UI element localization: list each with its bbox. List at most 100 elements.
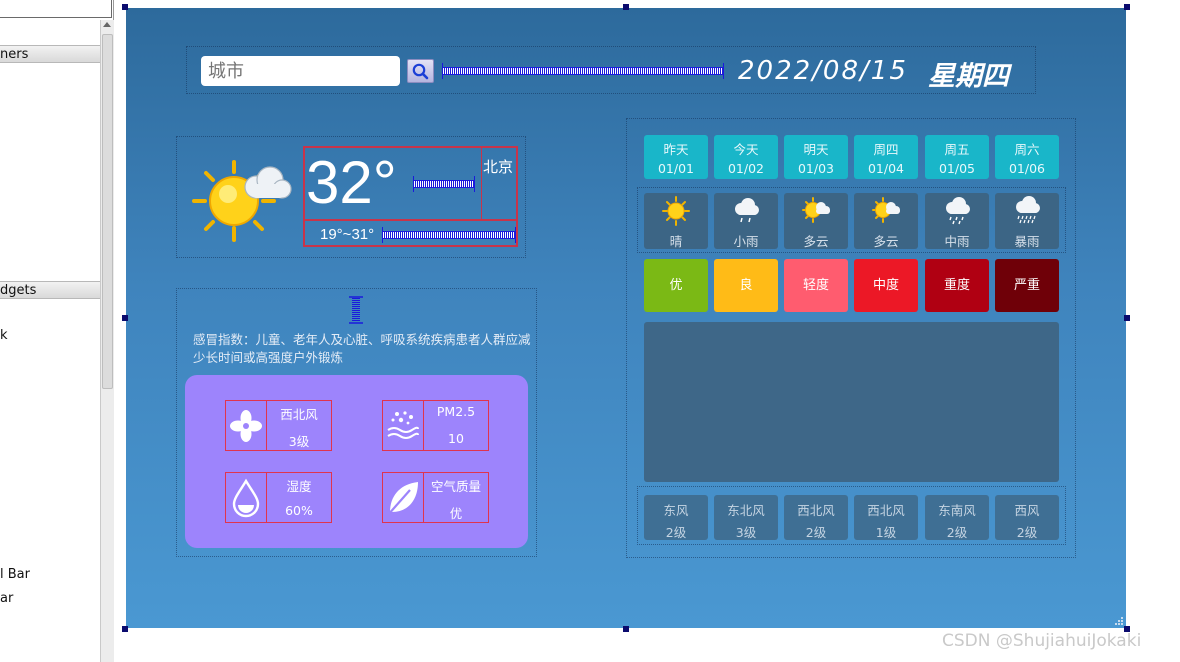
drop-icon: [226, 473, 267, 522]
leaf-icon: [386, 481, 418, 517]
forecast-weather-label: 多云: [803, 234, 829, 249]
widget-category-containers[interactable]: ners: [0, 45, 100, 63]
cold-index-text: 感冒指数：儿童、老年人及心脏、呼吸系统疾病患者人群应减少长时间或高强度户外锻炼: [193, 332, 531, 365]
widget-category-widgets[interactable]: dgets: [0, 281, 100, 299]
forecast-day-name: 周五: [944, 142, 970, 157]
date-label: 2022/08/15: [738, 56, 908, 86]
widget-box-scrollbar[interactable]: [100, 20, 114, 662]
forecast-weather: 小雨: [714, 193, 778, 249]
forecast-weather-label: 晴: [669, 234, 683, 249]
forecast-day-date: 01/02: [727, 161, 765, 176]
forecast-day-date: 01/04: [867, 161, 905, 176]
forecast-day-name: 昨天: [663, 142, 689, 157]
widget-list-item[interactable]: k: [0, 327, 100, 345]
humidity-info: 湿度 60%: [225, 472, 332, 523]
forecast-weather: 多云: [854, 193, 918, 249]
pm25-icon: [383, 401, 424, 450]
partly-cloudy-icon: [802, 197, 830, 223]
forecast-day-name: 今天: [733, 142, 759, 157]
widget-list-item[interactable]: l Bar: [0, 566, 100, 584]
fan-icon: [226, 401, 267, 450]
humidity-label: 湿度: [286, 479, 312, 494]
city-label: 北京: [483, 158, 514, 176]
forecast-weather-label: 多云: [873, 234, 899, 249]
wind-level: 3级: [735, 525, 757, 540]
forecast-day: 周四 01/04: [854, 135, 918, 179]
weekday-label: 星期四: [928, 61, 1009, 92]
fan-icon: [230, 409, 262, 442]
selection-handle[interactable]: [623, 4, 629, 10]
wind-direction: 西风: [1014, 503, 1040, 518]
wind-direction: 东风: [663, 503, 689, 518]
forecast-weather: 多云: [784, 193, 848, 249]
search-icon: [412, 63, 429, 80]
wind-direction: 东南风: [938, 503, 976, 518]
forecast-day-name: 明天: [803, 142, 829, 157]
forecast-day: 周六 01/06: [995, 135, 1059, 179]
pm25-value: 10: [448, 431, 464, 446]
watermark-text: CSDN @ShujiahuiJokaki: [942, 631, 1142, 651]
aqi-badge: 优: [644, 259, 708, 312]
designer-window: ners dgets k l Bar ar 2022/08/15 星期四: [0, 0, 1180, 662]
wind-level-value: 3级: [288, 434, 310, 449]
wind-level: 2级: [665, 525, 687, 540]
wind-level: 2级: [946, 525, 968, 540]
forecast-day: 明天 01/03: [784, 135, 848, 179]
resize-grip-icon[interactable]: [1114, 616, 1124, 626]
forecast-wind: 东南风 2级: [925, 495, 989, 540]
forecast-wind: 东风 2级: [644, 495, 708, 540]
pm25-icon: [387, 410, 419, 439]
forecast-day-name: 周六: [1014, 142, 1040, 157]
forecast-day-date: 01/06: [1008, 161, 1046, 176]
drop-icon: [232, 478, 260, 517]
sun-cloud-icon: [192, 160, 292, 242]
air-quality-label: 空气质量: [430, 479, 481, 494]
forecast-weather: 中雨: [925, 193, 989, 249]
horizontal-spacer: [382, 227, 516, 243]
text-cursor-icon: [349, 296, 363, 324]
aqi-badge: 重度: [925, 259, 989, 312]
forecast-weather-label: 小雨: [733, 234, 759, 249]
forecast-day: 今天 01/02: [714, 135, 778, 179]
search-button[interactable]: [407, 59, 434, 83]
forecast-wind: 西北风 2级: [784, 495, 848, 540]
selection-handle[interactable]: [1124, 4, 1130, 10]
city-search-input[interactable]: [201, 56, 400, 86]
weather-info-card: 西北风 3级 PM2.5 10 湿度 60% 空气质量 优: [185, 375, 528, 548]
humidity-value: 60%: [285, 503, 313, 518]
widget-list-item[interactable]: ar: [0, 590, 100, 608]
horizontal-spacer: [442, 63, 724, 79]
air-quality-value: 优: [449, 506, 463, 521]
widget-box-panel: ners dgets k l Bar ar: [0, 0, 114, 662]
forecast-wind: 东北风 3级: [714, 495, 778, 540]
scroll-up-arrow-icon[interactable]: [103, 22, 111, 27]
pm25-label: PM2.5: [436, 404, 476, 419]
forecast-day-date: 01/05: [938, 161, 976, 176]
selection-handle[interactable]: [122, 626, 128, 632]
temperature-curve-panel: [644, 322, 1059, 482]
pm25-info: PM2.5 10: [382, 400, 489, 451]
forecast-weather-label: 中雨: [944, 234, 970, 249]
widget-filter-field[interactable]: [0, 0, 112, 18]
aqi-badge: 严重: [995, 259, 1059, 312]
wind-level: 2级: [805, 525, 827, 540]
partly-cloudy-icon: [872, 197, 900, 223]
selection-handle[interactable]: [1124, 315, 1130, 321]
sun-icon: [662, 196, 690, 226]
aqi-badge: 良: [714, 259, 778, 312]
wind-direction: 西北风: [867, 503, 905, 518]
forecast-day: 昨天 01/01: [644, 135, 708, 179]
forecast-weather: 暴雨: [995, 193, 1059, 249]
temperature-range: 19°~31°: [320, 226, 375, 243]
forecast-day-date: 01/03: [797, 161, 835, 176]
scroll-thumb[interactable]: [102, 34, 113, 389]
current-temperature: 32°: [306, 149, 397, 216]
wind-direction: 西北风: [797, 503, 835, 518]
selection-handle[interactable]: [122, 4, 128, 10]
selection-handle[interactable]: [122, 315, 128, 321]
air-quality-info: 空气质量 优: [382, 472, 489, 523]
selection-handle[interactable]: [623, 626, 629, 632]
aqi-badge: 轻度: [784, 259, 848, 312]
wind-direction: 东北风: [727, 503, 765, 518]
wind-level: 2级: [1016, 525, 1038, 540]
